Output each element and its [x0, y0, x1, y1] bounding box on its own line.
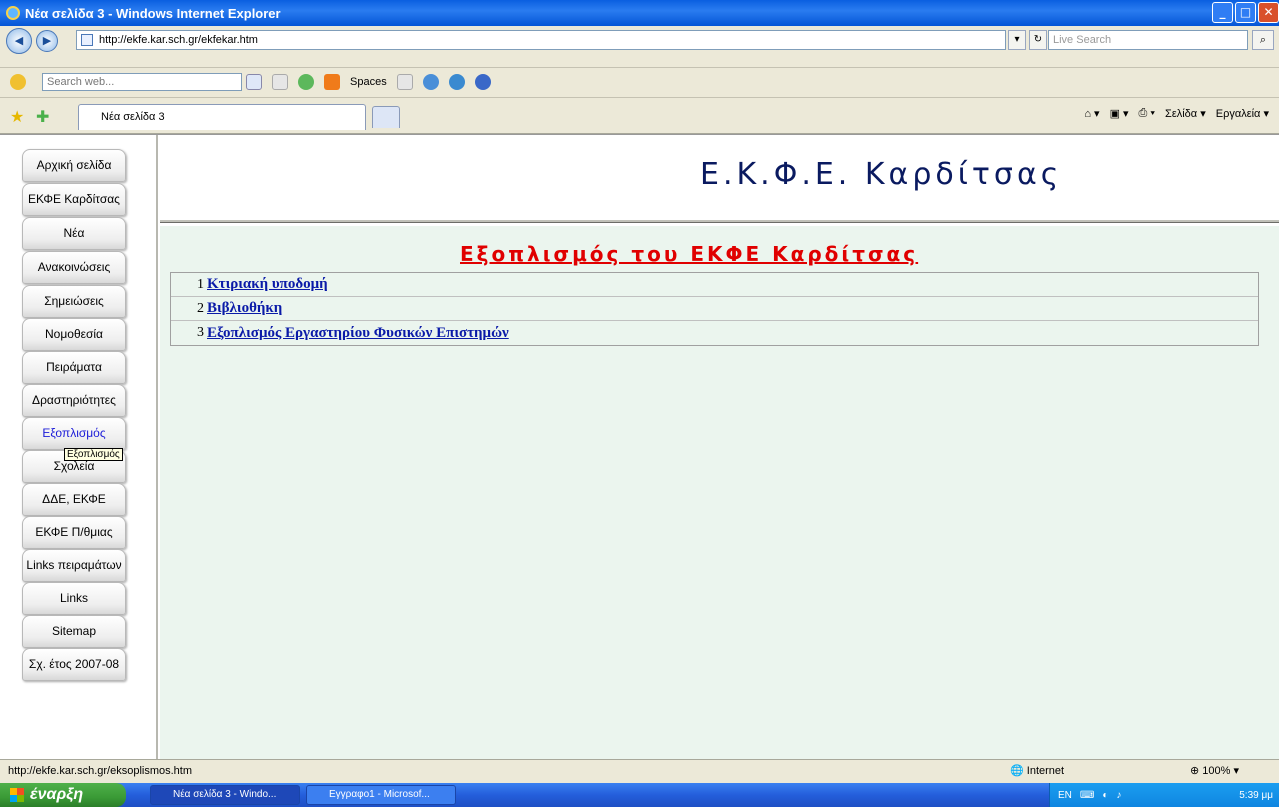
keyboard-icon[interactable]: ⌨	[1080, 790, 1094, 801]
zoom-label: 100%	[1202, 765, 1231, 777]
page-heading: Εξοπλισμός του ΕΚΦΕ Καρδίτσας	[460, 242, 919, 266]
forward-button[interactable]: ▶	[36, 30, 58, 52]
sidebar-item-ekfe-primary[interactable]: ΕΚΦΕ Π/θμιας	[22, 516, 126, 549]
main-content: Εξοπλισμός του ΕΚΦΕ Καρδίτσας 1 Κτιριακή…	[160, 226, 1279, 760]
add-favorites-icon[interactable]: ✚	[36, 107, 49, 126]
zoom-control[interactable]: ⊕ 100% ▾	[1190, 764, 1239, 777]
window-controls: _ □ ✕	[1212, 2, 1279, 23]
status-bar: http://ekfe.kar.sch.gr/eksoplismos.htm 🌐…	[0, 759, 1279, 783]
page-menu-label: Σελίδα	[1165, 108, 1198, 120]
sidebar-item-legislation[interactable]: Νομοθεσία	[22, 318, 126, 351]
sidebar-item-equipment[interactable]: Εξοπλισμός	[22, 417, 126, 450]
taskbar: έναρξη Νέα σελίδα 3 - Windo... Εγγραφο1 …	[0, 783, 1279, 807]
feeds-icon[interactable]: ▣ ▾	[1110, 107, 1129, 120]
toolbar-search-icon[interactable]	[246, 74, 262, 90]
toolbar: Search web... Spaces	[0, 68, 1279, 98]
url-text: http://ekfe.kar.sch.gr/ekfekar.htm	[99, 34, 258, 46]
task-word[interactable]: Εγγραφο1 - Microsof...	[306, 785, 456, 805]
sidebar-item-school-year[interactable]: Σχ. έτος 2007-08	[22, 648, 126, 681]
sidebar-item-experiments[interactable]: Πειράματα	[22, 351, 126, 384]
item-number: 2	[197, 300, 204, 316]
tooltip: Εξοπλισμός	[64, 448, 123, 461]
tab-active[interactable]: Νέα σελίδα 3	[78, 104, 366, 130]
sidebar-item-notes[interactable]: Σημειώσεις	[22, 285, 126, 318]
page-header: Ε.Κ.Φ.Ε. Καρδίτσας	[160, 135, 1279, 223]
title-bar: Νέα σελίδα 3 - Windows Internet Explorer…	[0, 0, 1279, 26]
language-indicator[interactable]: EN	[1058, 790, 1072, 801]
tab-row: ★ ✚ Νέα σελίδα 3 ⌂ ▾ ▣ ▾ ⎙ ▾ Σελίδα ▾ Ερ…	[0, 98, 1279, 134]
address-bar: ◀ ▶ http://ekfe.kar.sch.gr/ekfekar.htm ▾…	[0, 26, 1279, 68]
help-icon[interactable]	[474, 74, 491, 90]
sidebar-item-experiment-links[interactable]: Links πειραμάτων	[22, 549, 126, 582]
sidebar-item-links[interactable]: Links	[22, 582, 126, 615]
print-icon[interactable]: ⎙ ▾	[1139, 107, 1155, 120]
spaces-link[interactable]: Spaces	[350, 76, 387, 88]
sidebar-item-dde[interactable]: ΔΔΕ, ΕΚΦΕ	[22, 483, 126, 516]
back-button[interactable]: ◀	[6, 28, 32, 54]
url-input[interactable]: http://ekfe.kar.sch.gr/ekfekar.htm	[76, 30, 1006, 50]
network-icon[interactable]: ◐	[1102, 790, 1108, 801]
task-ie[interactable]: Νέα σελίδα 3 - Windo...	[150, 785, 300, 805]
minimize-button[interactable]: _	[1212, 2, 1233, 23]
sidebar-item-activities[interactable]: Δραστηριότητες	[22, 384, 126, 417]
new-tab-button[interactable]	[372, 106, 400, 128]
window-title: Νέα σελίδα 3 - Windows Internet Explorer	[25, 5, 281, 21]
equipment-list: 1 Κτιριακή υποδομή 2 Βιβλιοθήκη 3 Εξοπλι…	[170, 272, 1259, 346]
item-number: 1	[197, 276, 204, 292]
sidebar-item-sitemap[interactable]: Sitemap	[22, 615, 126, 648]
page-icon	[81, 34, 93, 46]
windows-flag-icon	[10, 788, 24, 802]
item-number: 3	[197, 325, 204, 340]
messenger-icon[interactable]	[324, 74, 340, 90]
contacts-icon[interactable]	[422, 74, 439, 90]
system-tray: EN ⌨ ◐ ♪ 5:39 μμ	[1049, 783, 1279, 807]
sidebar-item-news[interactable]: Νέα	[22, 217, 126, 250]
tools-menu-label: Εργαλεία	[1215, 108, 1261, 120]
refresh-icon[interactable]: ↻	[1029, 30, 1047, 50]
item-link-building[interactable]: Κτιριακή υποδομή	[207, 276, 328, 293]
settings-icon[interactable]	[448, 74, 465, 90]
item-link-lab-equipment[interactable]: Εξοπλισμός Εργαστηρίου Φυσικών Επιστημών	[207, 325, 509, 342]
home-icon[interactable]: ⌂ ▾	[1084, 107, 1099, 120]
list-item: 3 Εξοπλισμός Εργαστηρίου Φυσικών Επιστημ…	[171, 321, 1258, 345]
internet-zone: 🌐 Internet	[1010, 765, 1065, 777]
ie-logo-icon	[6, 6, 20, 20]
clock: 5:39 μμ	[1239, 789, 1273, 801]
sidebar-item-home[interactable]: Αρχική σελίδα	[22, 149, 126, 182]
url-dropdown-button[interactable]: ▾	[1008, 30, 1026, 50]
toolbar-search-input[interactable]: Search web...	[42, 73, 242, 91]
zone-label: Internet	[1026, 765, 1065, 777]
volume-icon[interactable]: ♪	[1116, 790, 1121, 801]
start-button[interactable]: έναρξη	[0, 783, 126, 807]
tab-label: Νέα σελίδα 3	[101, 111, 165, 123]
list-item: 1 Κτιριακή υποδομή	[171, 273, 1258, 297]
toolbar-logo-icon[interactable]	[10, 74, 26, 90]
start-label: έναρξη	[30, 786, 84, 803]
page-menu[interactable]: Σελίδα ▾	[1165, 107, 1206, 120]
maximize-button[interactable]: □	[1235, 2, 1256, 23]
status-url: http://ekfe.kar.sch.gr/eksoplismos.htm	[8, 765, 193, 777]
favorites-star-icon[interactable]: ★	[10, 107, 24, 126]
list-item: 2 Βιβλιοθήκη	[171, 297, 1258, 321]
mail-icon[interactable]	[272, 74, 288, 90]
sidebar-item-announcements[interactable]: Ανακοινώσεις	[22, 251, 126, 284]
live-search-input[interactable]: Live Search	[1048, 30, 1248, 50]
add-icon[interactable]	[298, 74, 314, 90]
close-button[interactable]: ✕	[1258, 2, 1279, 23]
tools-menu[interactable]: Εργαλεία ▾	[1216, 107, 1269, 120]
item-link-library[interactable]: Βιβλιοθήκη	[207, 300, 282, 317]
calendar-icon[interactable]	[396, 74, 413, 90]
page-viewport: Αρχική σελίδα ΕΚΦΕ Καρδίτσας Νέα Ανακοιν…	[0, 134, 1279, 760]
site-title: Ε.Κ.Φ.Ε. Καρδίτσας	[700, 157, 1063, 192]
sidebar-item-ekfe[interactable]: ΕΚΦΕ Καρδίτσας	[22, 183, 126, 216]
search-icon[interactable]: ⌕	[1252, 30, 1274, 50]
sidebar: Αρχική σελίδα ΕΚΦΕ Καρδίτσας Νέα Ανακοιν…	[0, 135, 158, 760]
